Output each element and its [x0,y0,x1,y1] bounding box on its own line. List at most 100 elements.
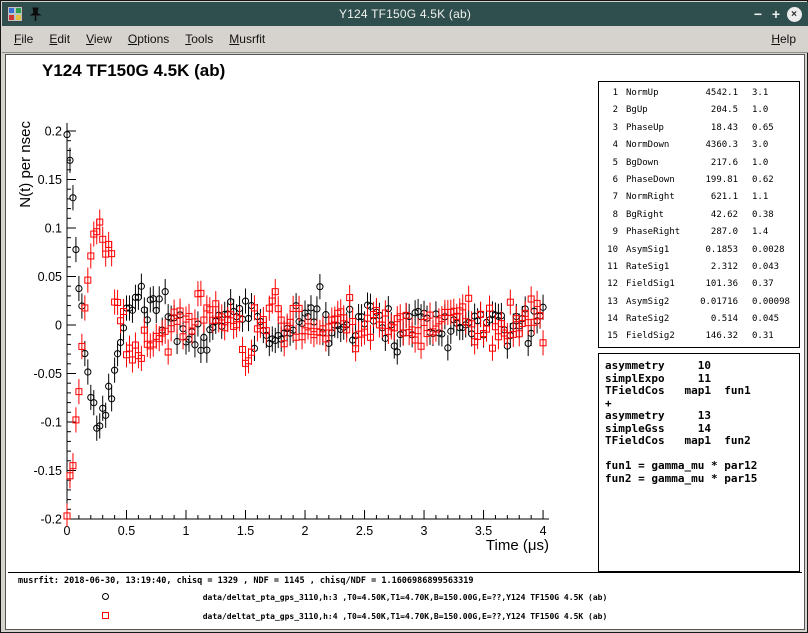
param-name: NormUp [626,85,696,102]
param-val: 621.1 [696,189,738,206]
theory-box: asymmetry 10simplExpo 11TFieldCos map1 f… [598,353,800,572]
param-row: 2BgUp204.51.0 [603,102,799,119]
menu-help[interactable]: Help [763,28,804,50]
param-val: 4360.3 [696,137,738,154]
theory-line: TFieldCos map1 fun2 [605,435,799,448]
window-controls: − + × [749,5,803,23]
svg-text:2.5: 2.5 [356,524,373,538]
param-err: 1.0 [752,155,768,172]
theory-line: fun1 = gamma_mu * par12 [605,460,799,473]
param-row: 5BgDown217.61.0 [603,155,799,172]
svg-text:0.05: 0.05 [38,270,62,284]
param-row: 8BgRight42.620.38 [603,207,799,224]
param-val: 217.6 [696,155,738,172]
parameter-rows: 1NormUp4542.13.12BgUp204.51.03PhaseUp18.… [603,85,799,346]
svg-text:-0.2: -0.2 [40,513,62,527]
param-val: 0.01716 [696,294,738,311]
param-row: 9PhaseRight287.01.4 [603,224,799,241]
param-name: PhaseRight [626,224,696,241]
param-val: 0.1853 [696,242,738,259]
svg-text:2: 2 [302,524,309,538]
param-err: 0.0028 [752,242,785,259]
param-name: AsymSig2 [626,294,696,311]
svg-text:-0.05: -0.05 [34,367,63,381]
app-window: Y124 TF150G 4.5K (ab) − + × FileEditView… [0,0,808,633]
param-row: 6 PhaseDown199.81 0.62 [603,172,799,189]
param-row: 11RateSig12.3120.043 [603,259,799,276]
close-button[interactable]: × [785,5,803,23]
param-err: 0.045 [752,311,779,328]
y-axis-title: N(t) per nsec [17,121,34,208]
param-err: 3.1 [752,85,768,102]
param-err: 0.00098 [752,294,790,311]
param-name: RateSig2 [626,311,696,328]
menu-bar: FileEditViewOptionsToolsMusrfit Help [2,26,808,53]
menu-musrfit[interactable]: Musrfit [221,28,273,50]
param-name: NormRight [626,189,696,206]
param-no: 5 [603,155,618,172]
series-h-4[interactable] [64,209,546,528]
param-name: PhaseDown [626,172,696,189]
legend-entry: data/deltat_pta_gps_3110,h:4 ,T0=4.50K,T… [6,607,804,626]
data-area [64,122,546,529]
param-row: 7NormRight621.11.1 [603,189,799,206]
theory-line: TFieldCos map1 fun1 [605,385,799,398]
root-canvas[interactable]: Y124 TF150G 4.5K (ab) 00.511.522.533.54-… [5,54,805,630]
param-row: 4NormDown4360.33.0 [603,137,799,154]
window-title: Y124 TF150G 4.5K (ab) [2,7,808,21]
legend-marker-circle [102,593,109,600]
title-bar[interactable]: Y124 TF150G 4.5K (ab) − + × [2,2,808,26]
param-row: 13 AsymSig20.01716 0.00098 [603,294,799,311]
param-name: AsymSig1 [626,242,696,259]
param-val: 146.32 [696,328,738,345]
menu-file[interactable]: File [6,28,41,50]
param-val: 42.62 [696,207,738,224]
param-row: 1NormUp4542.13.1 [603,85,799,102]
param-err: 0.62 [752,172,774,189]
param-val: 2.312 [696,259,738,276]
svg-text:1.5: 1.5 [237,524,254,538]
svg-text:3: 3 [421,524,428,538]
param-err: 1.0 [752,102,768,119]
chart-svg[interactable]: 00.511.522.533.54-0.2-0.15-0.1-0.0500.05… [6,113,606,573]
param-err: 0.043 [752,259,779,276]
param-no: 1 [603,85,618,102]
param-name: NormDown [626,137,696,154]
param-no: 4 [603,137,618,154]
param-val: 199.81 [696,172,738,189]
maximize-button[interactable]: + [767,5,785,23]
legend: data/deltat_pta_gps_3110,h:3 ,T0=4.50K,T… [6,588,804,626]
series-h-3[interactable] [64,122,546,441]
param-name: PhaseUp [626,120,696,137]
param-val: 18.43 [696,120,738,137]
param-no: 14 [603,311,618,328]
param-no: 3 [603,120,618,137]
pin-icon[interactable] [29,7,42,22]
param-no: 10 [603,242,618,259]
param-no: 9 [603,224,618,241]
param-no: 13 [603,294,618,311]
legend-label: data/deltat_pta_gps_3110,h:4 ,T0=4.50K,T… [6,607,804,626]
svg-text:0.5: 0.5 [118,524,135,538]
svg-text:3.5: 3.5 [475,524,492,538]
svg-text:-0.15: -0.15 [34,464,63,478]
menu-edit[interactable]: Edit [41,28,78,50]
param-no: 6 [603,172,618,189]
menu-options[interactable]: Options [120,28,177,50]
param-name: FieldSig1 [626,276,696,293]
param-val: 0.514 [696,311,738,328]
menu-tools[interactable]: Tools [177,28,221,50]
svg-text:4: 4 [540,524,547,538]
param-row: 10 AsymSig10.1853 0.0028 [603,242,799,259]
minimize-button[interactable]: − [749,5,767,23]
param-name: FieldSig2 [626,328,696,345]
theory-line: fun2 = gamma_mu * par15 [605,473,799,486]
svg-text:0.15: 0.15 [38,173,62,187]
menu-view[interactable]: View [78,28,120,50]
param-err: 1.1 [752,189,768,206]
app-icon[interactable] [7,6,23,22]
theory-line: asymmetry 10 [605,360,799,373]
param-val: 101.36 [696,276,738,293]
param-row: 14 RateSig20.514 0.045 [603,311,799,328]
pad-title: Y124 TF150G 4.5K (ab) [42,61,225,81]
